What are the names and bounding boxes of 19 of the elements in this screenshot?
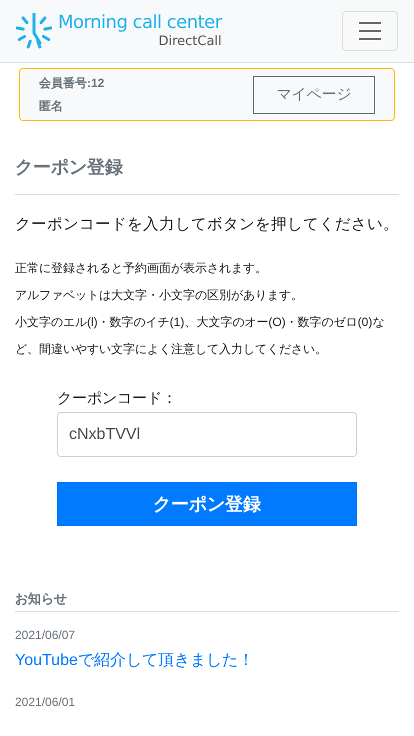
news-date: 2021/06/07 (15, 628, 76, 642)
register-coupon-button[interactable]: クーポン登録 (57, 482, 357, 526)
brand-name: Morning call center (58, 14, 222, 32)
menu-button[interactable] (342, 11, 398, 51)
coupon-code-label: クーポンコード： (57, 389, 178, 408)
member-name: 匿名 (39, 98, 64, 114)
news-date: 2021/06/01 (15, 695, 76, 709)
page-title: クーポン登録 (15, 156, 124, 179)
brand-subtitle: DirectCall (158, 35, 222, 48)
coupon-code-field[interactable]: cNxbTVVl (57, 412, 357, 457)
my-page-button[interactable]: マイページ (253, 76, 375, 114)
sunburst-clock-icon (16, 13, 52, 49)
note-text: アルファベットは大文字・小文字の区別があります。 (15, 287, 304, 304)
note-text: 小文字のエル(l)・数字のイチ(1)、大文字のオー(O)・数字のゼロ(0)など、間違いやすい文字によく注意して入力してください。 (15, 314, 386, 358)
news-link[interactable]: YouTubeで紹介して頂きました！ (15, 650, 254, 671)
note-text: 正常に登録されると予約画面が表示されます。 (15, 260, 268, 277)
member-number: 会員番号:12 (39, 74, 104, 92)
instruction-text: クーポンコードを入力してボタンを押してください。 (15, 215, 399, 235)
news-heading: お知らせ (15, 590, 399, 612)
